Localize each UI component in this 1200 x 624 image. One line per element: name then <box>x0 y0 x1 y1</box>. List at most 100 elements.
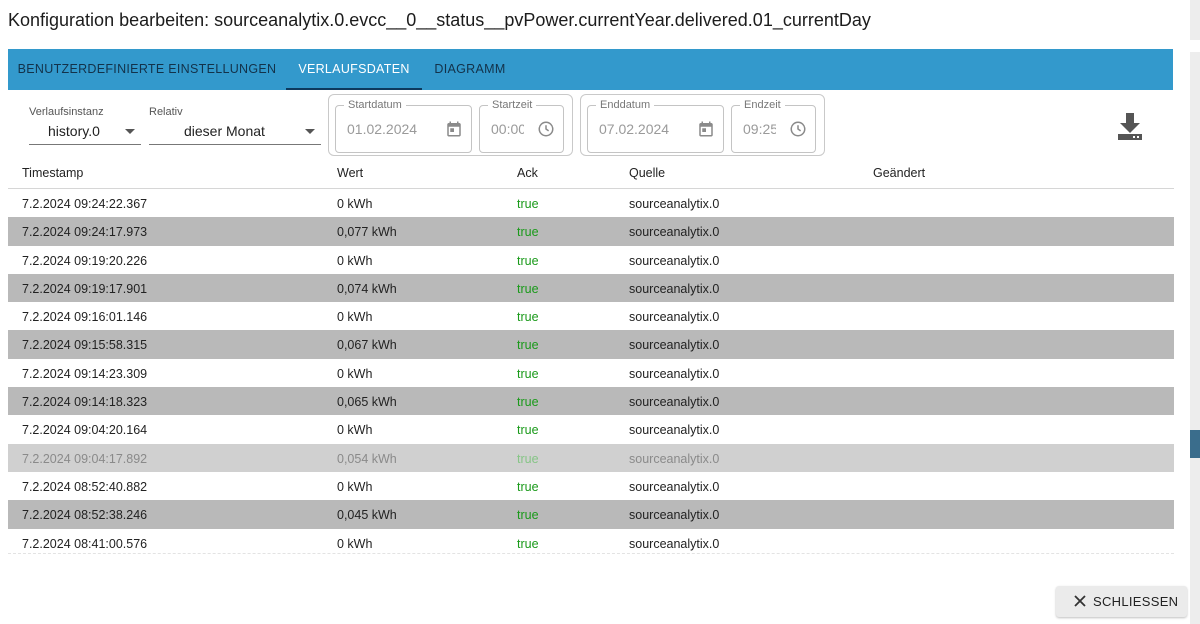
history-instance-select[interactable]: history.0 <box>29 118 141 145</box>
cell-value: 0,054 kWh <box>337 451 397 466</box>
close-button-label: SCHLIESSEN <box>1093 594 1179 609</box>
end-time-label: Endzeit <box>740 99 785 111</box>
cell-timestamp: 7.2.2024 09:19:17.901 <box>22 281 148 296</box>
start-date-field[interactable]: Startdatum 01.02.2024 <box>335 99 472 153</box>
start-time-label: Startzeit <box>488 99 537 111</box>
start-time-field[interactable]: Startzeit 00:00 <box>479 99 564 153</box>
table-row[interactable]: 7.2.2024 09:15:58.315 0,067 kWh true source… <box>8 330 1174 359</box>
cell-timestamp: 7.2.2024 09:04:17.892 <box>22 451 148 466</box>
tab-bar: BENUTZERDEFINIERTE EINSTELLUNGEN VERLAUF… <box>8 49 1173 90</box>
table-row[interactable]: 7.2.2024 09:16:01.146 0 kWh true sourceanal… <box>8 302 1174 330</box>
table-row[interactable]: 7.2.2024 09:04:20.164 0 kWh true sourceanal… <box>8 415 1174 443</box>
cell-ack: true <box>517 395 539 410</box>
cell-source: sourceanalytix.0 <box>629 281 720 296</box>
cell-ack: true <box>517 197 539 211</box>
cell-timestamp: 7.2.2024 08:52:40.882 <box>22 479 148 494</box>
calendar-icon[interactable] <box>697 120 715 138</box>
table-row[interactable]: 7.2.2024 08:52:40.882 0 kWh true sourceanal… <box>8 472 1174 500</box>
start-time-value: 00:00 <box>491 121 524 137</box>
column-header-ack[interactable]: Ack <box>517 166 538 180</box>
table-header: Timestamp Wert Ack Quelle Geändert <box>8 158 1174 189</box>
history-instance-value: history.0 <box>48 123 100 139</box>
cell-ack: true <box>517 508 539 523</box>
cell-timestamp: 7.2.2024 09:24:22.367 <box>22 197 148 211</box>
cell-timestamp: 7.2.2024 09:19:20.226 <box>22 253 148 268</box>
cell-source: sourceanalytix.0 <box>629 366 720 381</box>
cell-source: sourceanalytix.0 <box>629 253 720 268</box>
relative-range-select[interactable]: dieser Monat <box>149 118 321 145</box>
cell-value: 0,065 kWh <box>337 395 397 410</box>
chevron-down-icon <box>125 129 135 134</box>
cell-value: 0,067 kWh <box>337 338 397 353</box>
dialog-title: Konfiguration bearbeiten: sourceanalytix… <box>8 10 871 30</box>
table-row[interactable]: 7.2.2024 09:19:17.901 0,074 kWh true source… <box>8 273 1174 303</box>
column-header-source[interactable]: Quelle <box>629 166 665 180</box>
table-row[interactable]: 7.2.2024 09:14:18.323 0,065 kWh true source… <box>8 387 1174 416</box>
column-header-value[interactable]: Wert <box>337 166 363 180</box>
cell-source: sourceanalytix.0 <box>629 395 720 410</box>
table-bottom-border <box>8 553 1174 554</box>
cell-source: sourceanalytix.0 <box>629 508 720 523</box>
end-date-label: Enddatum <box>596 99 655 111</box>
table-row[interactable]: 7.2.2024 09:24:22.367 0 kWh true sourceanal… <box>8 189 1174 217</box>
tab-custom-settings[interactable]: BENUTZERDEFINIERTE EINSTELLUNGEN <box>8 49 286 90</box>
cell-ack: true <box>517 479 539 494</box>
edit-config-dialog: Konfiguration bearbeiten: sourceanalytix… <box>0 0 1190 624</box>
cell-ack: true <box>517 366 539 381</box>
table-row[interactable]: 7.2.2024 09:19:20.226 0 kWh true sourceanal… <box>8 246 1174 274</box>
cell-timestamp: 7.2.2024 09:14:23.309 <box>22 366 148 381</box>
cell-value: 0 kWh <box>337 197 373 211</box>
cell-timestamp: 7.2.2024 09:04:20.164 <box>22 423 148 438</box>
cell-ack: true <box>517 310 539 325</box>
table-row[interactable]: 7.2.2024 09:14:23.309 0 kWh true sourceanal… <box>8 359 1174 387</box>
cell-source: sourceanalytix.0 <box>629 423 720 438</box>
table-row[interactable]: 7.2.2024 09:04:17.892 0,054 kWh true source… <box>8 443 1174 472</box>
clock-icon[interactable] <box>789 120 807 138</box>
cell-timestamp: 7.2.2024 09:14:18.323 <box>22 395 148 410</box>
end-date-field[interactable]: Enddatum 07.02.2024 <box>587 99 724 153</box>
close-button[interactable]: SCHLIESSEN <box>1056 586 1187 617</box>
table-row[interactable]: 7.2.2024 09:24:17.973 0,077 kWh true source… <box>8 217 1174 246</box>
cell-value: 0 kWh <box>337 423 373 438</box>
cell-ack: true <box>517 225 539 240</box>
cell-value: 0 kWh <box>337 310 373 325</box>
background-window-mark <box>1190 430 1200 458</box>
cell-source: sourceanalytix.0 <box>629 225 720 240</box>
history-instance-label: Verlaufsinstanz <box>29 106 104 118</box>
end-date-value: 07.02.2024 <box>599 121 670 137</box>
cell-value: 0 kWh <box>337 536 373 551</box>
relative-range-value: dieser Monat <box>184 123 265 139</box>
calendar-icon[interactable] <box>445 120 463 138</box>
cell-ack: true <box>517 281 539 296</box>
relative-label: Relativ <box>149 106 183 118</box>
cell-value: 0 kWh <box>337 253 373 268</box>
cell-source: sourceanalytix.0 <box>629 479 720 494</box>
history-table: Timestamp Wert Ack Quelle Geändert 7.2.2… <box>8 158 1174 557</box>
cell-timestamp: 7.2.2024 09:16:01.146 <box>22 310 148 325</box>
download-icon[interactable] <box>1116 111 1144 141</box>
cell-source: sourceanalytix.0 <box>629 536 720 551</box>
tab-chart[interactable]: DIAGRAMM <box>422 49 518 90</box>
clock-icon[interactable] <box>537 120 555 138</box>
column-header-timestamp[interactable]: Timestamp <box>22 166 83 180</box>
cell-ack: true <box>517 423 539 438</box>
end-time-field[interactable]: Endzeit 09:25 <box>731 99 816 153</box>
cell-value: 0,074 kWh <box>337 281 397 296</box>
tab-history-data[interactable]: VERLAUFSDATEN <box>286 49 422 90</box>
cell-ack: true <box>517 536 539 551</box>
cell-source: sourceanalytix.0 <box>629 197 720 211</box>
column-header-changed[interactable]: Geändert <box>873 166 925 180</box>
end-time-value: 09:25 <box>743 121 776 137</box>
close-icon <box>1074 595 1086 607</box>
cell-value: 0 kWh <box>337 366 373 381</box>
cell-source: sourceanalytix.0 <box>629 451 720 466</box>
cell-source: sourceanalytix.0 <box>629 310 720 325</box>
cell-timestamp: 7.2.2024 09:15:58.315 <box>22 338 148 353</box>
cell-value: 0 kWh <box>337 479 373 494</box>
start-date-label: Startdatum <box>344 99 406 111</box>
cell-value: 0,077 kWh <box>337 225 397 240</box>
cell-source: sourceanalytix.0 <box>629 338 720 353</box>
table-row[interactable]: 7.2.2024 08:52:38.246 0,045 kWh true source… <box>8 500 1174 529</box>
cell-timestamp: 7.2.2024 08:52:38.246 <box>22 508 148 523</box>
cell-ack: true <box>517 253 539 268</box>
